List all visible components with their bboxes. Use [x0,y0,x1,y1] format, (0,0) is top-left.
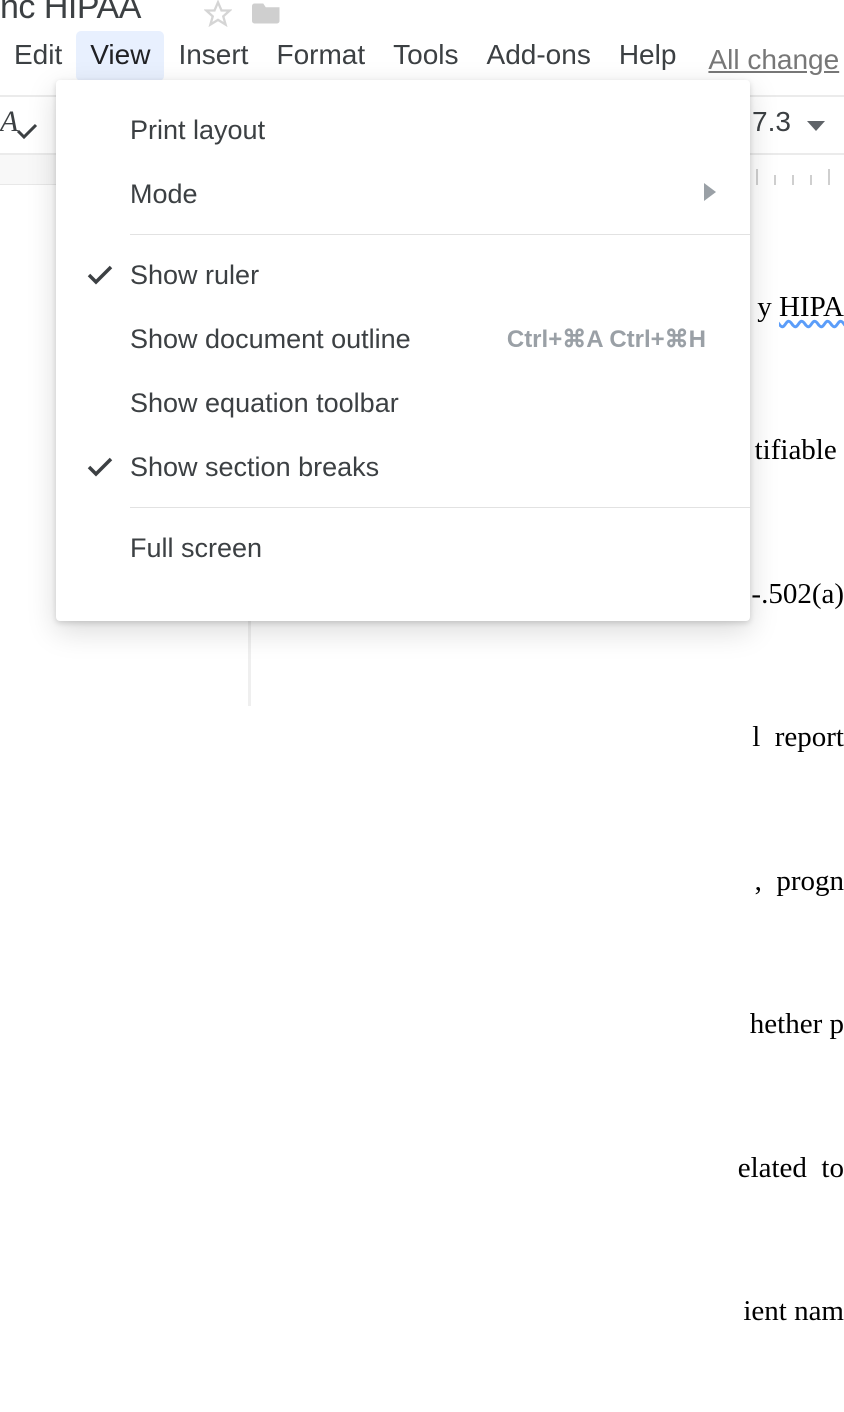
body-text: elated to [500,1145,844,1193]
check-icon [86,264,130,286]
menu-format[interactable]: Format [262,31,379,81]
menu-view[interactable]: View [76,31,164,81]
font-size-value: 7.3 [752,106,791,138]
menu-separator [130,234,750,235]
menu-label: Mode [130,179,704,210]
font-size-selector[interactable]: 7.3 [752,106,825,138]
body-text: hether p [500,1001,844,1049]
menu-tools[interactable]: Tools [379,31,472,81]
document-title[interactable]: nc HIPAA [0,0,141,27]
menu-label: Show section breaks [130,452,750,483]
menu-show-equation-toolbar[interactable]: Show equation toolbar [56,371,750,435]
menu-label: Show equation toolbar [130,388,750,419]
menu-mode[interactable]: Mode [56,162,750,226]
menu-show-outline[interactable]: Show document outline Ctrl+⌘A Ctrl+⌘H [56,307,750,371]
menu-shortcut: Ctrl+⌘A Ctrl+⌘H [507,325,750,354]
body-text: l report [500,714,844,762]
folder-icon[interactable] [252,0,282,29]
check-icon [86,456,130,478]
body-text: , progn [500,858,844,906]
menu-edit[interactable]: Edit [0,31,76,81]
menu-addons[interactable]: Add-ons [473,31,605,81]
view-dropdown: Print layout Mode Show ruler Show docume… [56,80,750,621]
caret-down-icon [807,106,825,138]
menu-full-screen[interactable]: Full screen [56,516,750,580]
menu-show-section-breaks[interactable]: Show section breaks [56,435,750,499]
body-text: ient nam [500,1288,844,1336]
menu-label: Full screen [130,533,750,564]
menubar: Edit View Insert Format Tools Add-ons He… [0,31,839,81]
menu-insert[interactable]: Insert [164,31,262,81]
menu-separator [130,507,750,508]
spellcheck-icon[interactable]: A [0,105,40,150]
menu-help[interactable]: Help [605,31,691,81]
submenu-arrow-icon [704,183,750,206]
all-changes-link[interactable]: All change [708,36,839,76]
star-icon[interactable] [204,0,232,33]
body-text-hipaa: HIPA [779,291,844,323]
menu-show-ruler[interactable]: Show ruler [56,243,750,307]
menu-label: Show ruler [130,260,750,291]
menu-print-layout[interactable]: Print layout [56,98,750,162]
body-text: y [757,291,779,323]
menu-label: Show document outline [130,324,507,355]
ruler-ticks [752,161,844,185]
svg-text:A: A [0,105,19,138]
menu-label: Print layout [130,115,750,146]
